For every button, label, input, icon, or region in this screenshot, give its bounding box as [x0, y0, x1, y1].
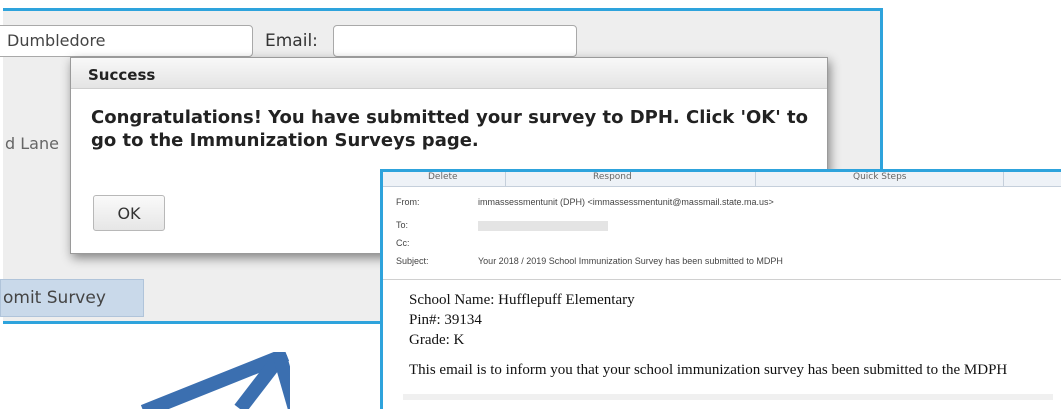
ribbon-divider — [1003, 172, 1004, 186]
info-line: This email is to inform you that your sc… — [409, 362, 1008, 378]
subject-value: Your 2018 / 2019 School Immunization Sur… — [478, 256, 783, 266]
header-divider — [383, 279, 1061, 280]
ribbon-quick-steps[interactable]: Quick Steps — [853, 172, 907, 182]
ok-button[interactable]: OK — [93, 195, 165, 231]
arrow-icon — [140, 352, 290, 409]
pin-line: Pin#: 39134 — [409, 312, 482, 328]
ribbon-delete[interactable]: Delete — [428, 172, 458, 182]
address-field-partial: d Lane — [5, 134, 59, 153]
from-value: immassessmentunit (DPH) <immassessmentun… — [478, 197, 774, 207]
email-input[interactable] — [333, 25, 577, 57]
grade-line: Grade: K — [409, 332, 465, 348]
email-ribbon: Delete Respond Quick Steps — [383, 172, 1061, 187]
ribbon-divider — [755, 172, 756, 186]
submit-survey-button[interactable]: omit Survey — [0, 279, 144, 317]
cc-label: Cc: — [396, 238, 410, 248]
dialog-message: Congratulations! You have submitted your… — [91, 107, 808, 151]
subject-label: Subject: — [396, 256, 429, 266]
ribbon-respond[interactable]: Respond — [593, 172, 632, 182]
ribbon-divider — [505, 172, 506, 186]
from-label: From: — [396, 197, 420, 207]
name-input[interactable]: Dumbledore — [0, 25, 253, 57]
email-label: Email: — [265, 31, 318, 51]
dialog-title: Success — [71, 58, 827, 89]
school-name-line: School Name: Hufflepuff Elementary — [409, 292, 635, 308]
to-label: To: — [396, 220, 409, 230]
blurred-text-line — [403, 394, 1053, 400]
email-confirmation-window: Delete Respond Quick Steps From: immasse… — [380, 169, 1061, 409]
redacted-recipient — [478, 221, 608, 231]
